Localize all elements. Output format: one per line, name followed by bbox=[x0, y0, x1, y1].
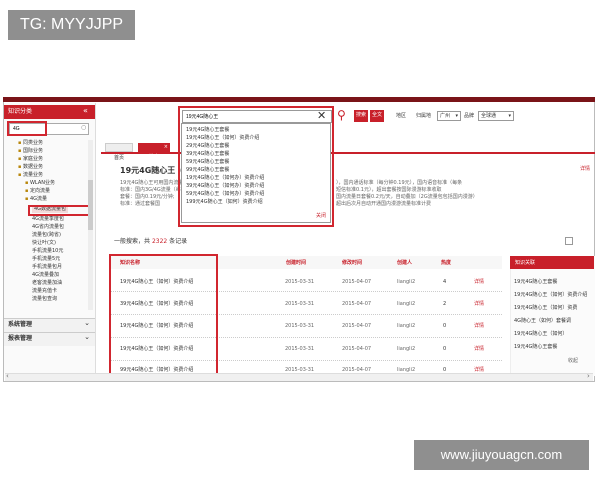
related-item[interactable]: 19元4G随心王（如何）资费 bbox=[514, 305, 577, 312]
city-label: 归属地 bbox=[416, 113, 432, 119]
tree-item[interactable]: ▪ WLAN业务 bbox=[25, 180, 55, 187]
tree-item[interactable]: ▪ 国际业务 bbox=[18, 148, 43, 155]
sidebar-menu-system-label: 系统管理 bbox=[8, 321, 33, 328]
cell-created: 2015-03-31 bbox=[285, 301, 315, 307]
tree-item[interactable]: ▪ 家庭业务 bbox=[18, 156, 43, 163]
cell-heat: 0 bbox=[443, 346, 447, 352]
cell-creator: liangli2 bbox=[397, 279, 416, 285]
sidebar-scrollbar-thumb[interactable] bbox=[88, 180, 93, 230]
related-item[interactable]: 19元4G随心王套餐 bbox=[514, 344, 557, 351]
annotation-results-names bbox=[109, 254, 218, 377]
tab-bar-line bbox=[101, 152, 595, 154]
related-item[interactable]: 19元4G随心王（如何）资费介绍 bbox=[514, 292, 587, 299]
tree-item[interactable]: 4G省内流量包 bbox=[32, 224, 64, 231]
sidebar-menu-system[interactable]: 系统管理 ⌄ bbox=[4, 318, 95, 332]
tree-item[interactable]: 快让叶(文) bbox=[32, 240, 56, 247]
tree-item[interactable]: 老客流量加油 bbox=[32, 280, 62, 287]
tab-search-label: 搜索 bbox=[148, 154, 159, 160]
related-item[interactable]: 19元4G随心王套餐 bbox=[514, 279, 557, 286]
tree-item[interactable]: 流量充值卡 bbox=[32, 288, 57, 295]
brand-select[interactable]: 全球通 ▾ bbox=[478, 111, 514, 121]
col-header-created: 创建时间 bbox=[286, 260, 307, 266]
search-button[interactable]: 搜索 bbox=[354, 110, 368, 122]
tab-search[interactable]: 搜索 × bbox=[138, 143, 170, 160]
cell-created: 2015-03-31 bbox=[285, 323, 315, 329]
article-snippet-right: ），国内通话标准（每分钟0.19元），国内语音标准（每条 短信标准0.1元），超… bbox=[336, 180, 478, 207]
header-bar bbox=[3, 97, 595, 102]
search-icon[interactable]: ○ bbox=[81, 124, 86, 131]
cell-modified: 2015-04-07 bbox=[342, 301, 372, 307]
region-select[interactable]: 广州 ▾ bbox=[437, 111, 461, 121]
sidebar-tree: ▪ 同类业务 ▪ 国际业务 ▪ 家庭业务 ▪ 数据业务 ▪ 流量业务 ▪ WLA… bbox=[12, 140, 90, 312]
search-icon[interactable]: ⚲ bbox=[337, 108, 346, 122]
result-count: 一般搜索，共 2322 条记录 bbox=[114, 238, 188, 245]
annotation-search-dropdown bbox=[178, 106, 334, 227]
watermark-top: TG: MYYJJPP bbox=[8, 10, 135, 40]
col-header-creator: 创建人 bbox=[397, 260, 413, 266]
checkbox-icon[interactable] bbox=[565, 237, 573, 245]
related-item[interactable]: 4G随心王（如何）套餐调 bbox=[514, 318, 571, 325]
scroll-right-icon[interactable]: › bbox=[587, 372, 590, 380]
tree-item[interactable]: ▪ 同类业务 bbox=[18, 140, 43, 147]
fulltext-button[interactable]: 全文 bbox=[370, 110, 384, 122]
cell-heat: 0 bbox=[443, 323, 447, 329]
chevron-down-icon: ⌄ bbox=[84, 333, 90, 341]
cell-creator: liangli2 bbox=[397, 323, 416, 329]
cell-modified: 2015-04-07 bbox=[342, 279, 372, 285]
tree-item[interactable]: 4G流量叠加 bbox=[32, 272, 59, 279]
horizontal-scrollbar[interactable] bbox=[5, 373, 593, 381]
cell-detail-link[interactable]: 详情 bbox=[474, 301, 484, 308]
tree-item[interactable]: 手机流量10元 bbox=[32, 248, 63, 255]
sidebar-collapse-icon[interactable]: « bbox=[83, 106, 88, 116]
sidebar-menu-report-label: 报表管理 bbox=[8, 335, 33, 342]
cell-detail-link[interactable]: 详情 bbox=[474, 323, 484, 330]
chevron-down-icon: ⌄ bbox=[84, 319, 90, 327]
region-label: 地区 bbox=[396, 113, 407, 119]
tree-item[interactable]: 流量包查询 bbox=[32, 296, 57, 303]
result-count-number: 2322 bbox=[151, 238, 168, 245]
close-icon[interactable]: × bbox=[164, 144, 168, 151]
tree-item[interactable]: ▪ 4G流量 bbox=[25, 196, 47, 203]
tree-item[interactable]: 4G流量季度包 bbox=[32, 216, 64, 223]
related-panel-title: 知识关联 bbox=[515, 260, 536, 266]
tab-home[interactable]: 首页 bbox=[105, 143, 133, 161]
cell-modified: 2015-04-07 bbox=[342, 346, 372, 352]
cell-creator: liangli2 bbox=[397, 301, 416, 307]
cell-created: 2015-03-31 bbox=[285, 279, 315, 285]
cell-modified: 2015-04-07 bbox=[342, 323, 372, 329]
related-item[interactable]: 19元4G随心王（如何） bbox=[514, 331, 567, 338]
annotation-tree-selected bbox=[28, 205, 92, 216]
tree-item[interactable]: ▪ 流量业务 bbox=[18, 172, 43, 179]
cell-detail-link[interactable]: 详情 bbox=[474, 279, 484, 286]
tab-home-label: 首页 bbox=[113, 155, 124, 161]
article-title[interactable]: 19元4G随心王（ bbox=[120, 166, 183, 176]
cell-heat: 4 bbox=[443, 279, 447, 285]
annotation-sidebar-search bbox=[7, 121, 47, 136]
cell-created: 2015-03-31 bbox=[285, 346, 315, 352]
cell-heat: 2 bbox=[443, 301, 447, 307]
tree-item[interactable]: ▪ 数据业务 bbox=[18, 164, 43, 171]
article-detail-link[interactable]: 详情 bbox=[580, 166, 590, 173]
sidebar-title: 知识分类 bbox=[8, 108, 33, 115]
brand-label: 品牌 bbox=[464, 113, 475, 119]
scroll-left-icon[interactable]: ‹ bbox=[6, 372, 9, 380]
col-header-heat: 热度 bbox=[441, 260, 452, 266]
related-toggle[interactable]: 收起 bbox=[568, 358, 578, 365]
sidebar-menu-report[interactable]: 报表管理 ⌄ bbox=[4, 332, 95, 346]
tree-item[interactable]: 流量包(跨省) bbox=[32, 232, 61, 239]
tree-item[interactable]: ▪ 定向流量 bbox=[25, 188, 50, 195]
watermark-bottom: www.jiuyouagcn.com bbox=[414, 440, 589, 470]
tree-item[interactable]: 手机流量包月 bbox=[32, 264, 62, 271]
related-panel bbox=[510, 256, 595, 376]
cell-creator: liangli2 bbox=[397, 346, 416, 352]
cell-detail-link[interactable]: 详情 bbox=[474, 346, 484, 353]
tree-item[interactable]: 手机流量5元 bbox=[32, 256, 60, 263]
col-header-modified: 修改时间 bbox=[342, 260, 363, 266]
